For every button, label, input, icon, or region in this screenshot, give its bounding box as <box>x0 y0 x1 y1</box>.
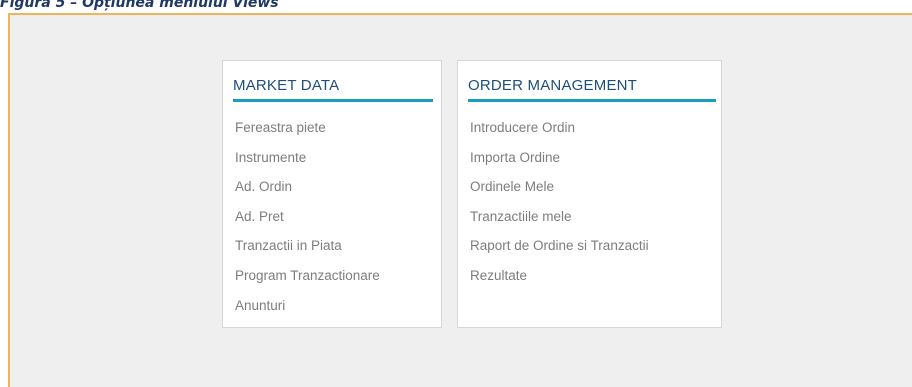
menu-item-program-tranzactionare[interactable]: Program Tranzactionare <box>235 266 380 296</box>
vertical-ellipsis-icon[interactable]: ⋮ <box>908 24 912 36</box>
menu-item-ordinele-mele[interactable]: Ordinele Mele <box>470 177 649 207</box>
order-management-list: Introducere Ordin Importa Ordine Ordinel… <box>470 118 649 296</box>
menu-item-fereastra-piete[interactable]: Fereastra piete <box>235 118 380 148</box>
menu-item-importa-ordine[interactable]: Importa Ordine <box>470 148 649 178</box>
order-management-title: ORDER MANAGEMENT <box>468 77 638 94</box>
market-data-title: MARKET DATA <box>233 77 340 94</box>
menu-item-instrumente[interactable]: Instrumente <box>235 148 380 178</box>
market-data-underline <box>233 99 433 102</box>
menu-item-rezultate[interactable]: Rezultate <box>470 266 649 296</box>
menu-item-tranzactii-in-piata[interactable]: Tranzactii in Piata <box>235 236 380 266</box>
menu-item-raport-ordine-tranzactii[interactable]: Raport de Ordine si Tranzactii <box>470 236 649 266</box>
market-data-list: Fereastra piete Instrumente Ad. Ordin Ad… <box>235 118 380 325</box>
market-data-panel: MARKET DATA Fereastra piete Instrumente … <box>222 60 442 328</box>
order-management-panel: ORDER MANAGEMENT Introducere Ordin Impor… <box>457 60 722 328</box>
menu-item-anunturi[interactable]: Anunturi <box>235 296 380 326</box>
order-management-underline <box>468 99 716 102</box>
menu-item-ad-pret[interactable]: Ad. Pret <box>235 207 380 237</box>
menu-item-ad-ordin[interactable]: Ad. Ordin <box>235 177 380 207</box>
menu-item-tranzactiile-mele[interactable]: Tranzactiile mele <box>470 207 649 237</box>
figure-caption: Figura 5 – Opțiunea meniului Views <box>0 0 279 11</box>
menu-item-introducere-ordin[interactable]: Introducere Ordin <box>470 118 649 148</box>
